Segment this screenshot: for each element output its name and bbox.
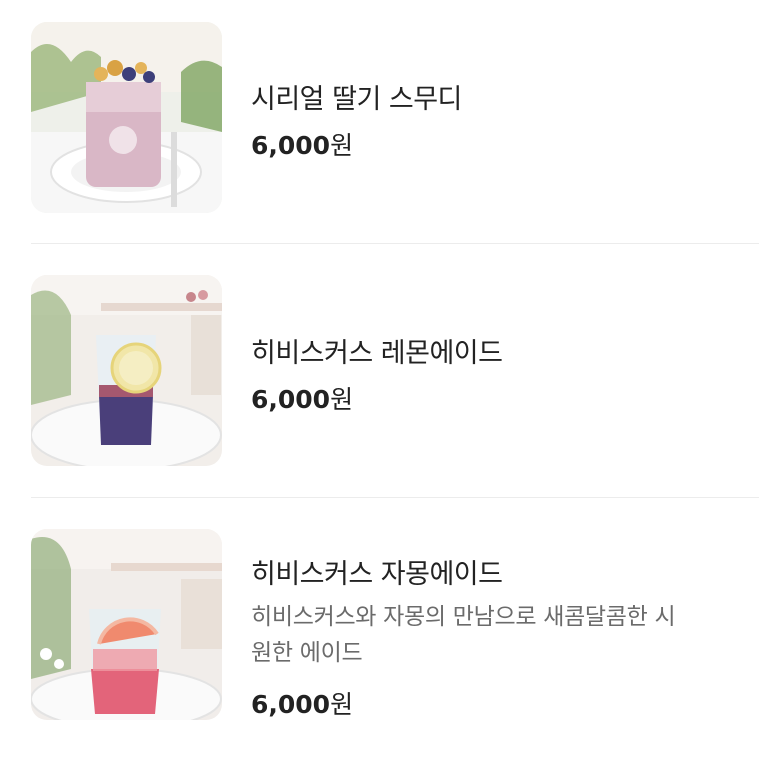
menu-item-hibiscus-grapefruit-ade[interactable]: 히비스커스 자몽에이드 히비스커스와 자몽의 만남으로 새콤달콤한 시 원한 에…	[0, 498, 773, 768]
menu-item-price: 6,000원	[251, 685, 353, 721]
description-line: 히비스커스와 자몽의 만남으로 새콤달콤한 시	[251, 604, 676, 630]
smoothie-photo-icon	[31, 22, 222, 213]
menu-item-photo[interactable]	[31, 275, 222, 466]
price-unit: 원	[330, 131, 354, 160]
menu-item-name: 히비스커스 레몬에이드	[251, 338, 503, 369]
price-unit: 원	[330, 690, 354, 719]
menu-item-photo[interactable]	[31, 529, 222, 720]
price-number: 6,000	[251, 385, 331, 414]
menu-item-name: 히비스커스 자몽에이드	[251, 559, 503, 590]
lemonade-photo-icon	[31, 275, 222, 466]
menu-item-description: 히비스커스와 자몽의 만남으로 새콤달콤한 시 원한 에이드	[251, 599, 746, 671]
menu-item-price: 6,000원	[251, 380, 353, 416]
price-number: 6,000	[251, 131, 331, 160]
price-number: 6,000	[251, 690, 331, 719]
menu-item-price: 6,000원	[251, 126, 353, 162]
grapefruit-ade-photo-icon	[31, 529, 222, 720]
menu-item-hibiscus-lemonade[interactable]: 히비스커스 레몬에이드 6,000원	[0, 244, 773, 497]
menu-item-name: 시리얼 딸기 스무디	[251, 84, 462, 115]
price-unit: 원	[330, 385, 354, 414]
description-line: 원한 에이드	[251, 640, 363, 666]
menu-item-photo[interactable]	[31, 22, 222, 213]
menu-item-cereal-strawberry-smoothie[interactable]: 시리얼 딸기 스무디 6,000원	[0, 0, 773, 243]
